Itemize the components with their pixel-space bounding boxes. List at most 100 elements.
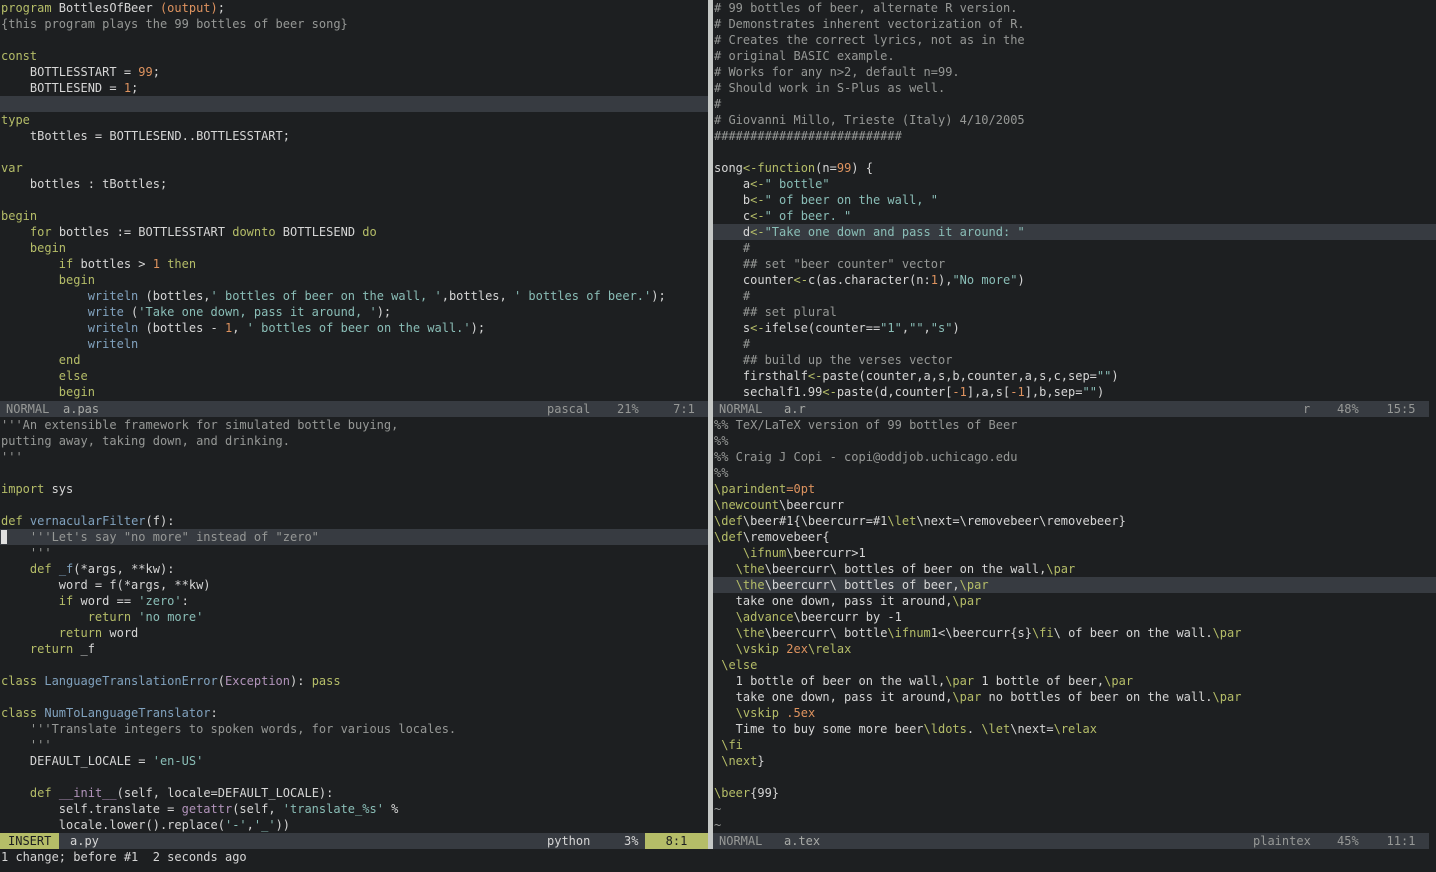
code-line[interactable]: ~ bbox=[713, 801, 1436, 817]
code-line[interactable]: ########################## bbox=[713, 128, 1436, 144]
code-line[interactable]: BOTTLESSTART = 99; bbox=[0, 64, 708, 80]
code-line[interactable] bbox=[0, 192, 708, 208]
code-line[interactable]: \next} bbox=[713, 753, 1436, 769]
code-line[interactable]: else bbox=[0, 368, 708, 384]
code-line[interactable]: class NumToLanguageTranslator: bbox=[0, 705, 708, 721]
code-line[interactable]: import sys bbox=[0, 481, 708, 497]
code-line[interactable]: \fi bbox=[713, 737, 1436, 753]
editor-pane-tex[interactable]: %% TeX/LaTeX version of 99 bottles of Be… bbox=[713, 417, 1436, 849]
code-line[interactable]: locale.lower().replace('-','_')) bbox=[0, 817, 708, 833]
code-line[interactable]: # Creates the correct lyrics, not as in … bbox=[713, 32, 1436, 48]
code-line[interactable] bbox=[0, 32, 708, 48]
code-line[interactable]: '''An extensible framework for simulated… bbox=[0, 417, 708, 433]
code-line[interactable]: const bbox=[0, 48, 708, 64]
code-line-current[interactable]: \the\beercurr\ bottles of beer,\par bbox=[713, 577, 1436, 593]
code-line[interactable]: counter<-c(as.character(n:1),"No more") bbox=[713, 272, 1436, 288]
code-line[interactable]: c<-" of beer. " bbox=[713, 208, 1436, 224]
code-line[interactable]: \beer{99} bbox=[713, 785, 1436, 801]
code-line[interactable]: return _f bbox=[0, 641, 708, 657]
code-line[interactable]: # Demonstrates inherent vectorization of… bbox=[713, 16, 1436, 32]
code-line[interactable]: ''' bbox=[0, 545, 708, 561]
code-line[interactable]: {this program plays the 99 bottles of be… bbox=[0, 16, 708, 32]
code-line[interactable] bbox=[0, 769, 708, 785]
code-line[interactable]: %% bbox=[713, 465, 1436, 481]
code-line[interactable]: ''' bbox=[0, 737, 708, 753]
code-line[interactable]: DEFAULT_LOCALE = 'en-US' bbox=[0, 753, 708, 769]
editor-pane-pascal[interactable]: program BottlesOfBeer (output); {this pro… bbox=[0, 0, 708, 417]
code-line[interactable]: return 'no more' bbox=[0, 609, 708, 625]
code-line[interactable]: ~ bbox=[713, 817, 1436, 833]
code-line[interactable]: bottles : tBottles; bbox=[0, 176, 708, 192]
code-line[interactable]: %% TeX/LaTeX version of 99 bottles of Be… bbox=[713, 417, 1436, 433]
code-line[interactable]: # Giovanni Millo, Trieste (Italy) 4/10/2… bbox=[713, 112, 1436, 128]
code-line[interactable]: # Works for any n>2, default n=99. bbox=[713, 64, 1436, 80]
code-line[interactable]: take one down, pass it around,\par no bo… bbox=[713, 689, 1436, 705]
code-line[interactable]: writeln bbox=[0, 336, 708, 352]
code-line[interactable]: begin bbox=[0, 384, 708, 400]
code-line[interactable]: writeln (bottles,' bottles of beer on th… bbox=[0, 288, 708, 304]
code-line[interactable]: putting away, taking down, and drinking. bbox=[0, 433, 708, 449]
code-line[interactable]: ''' bbox=[0, 449, 708, 465]
editor-pane-r[interactable]: # 99 bottles of beer, alternate R versio… bbox=[713, 0, 1436, 417]
code-line[interactable]: return word bbox=[0, 625, 708, 641]
code-line[interactable]: 1 bottle of beer on the wall,\par 1 bott… bbox=[713, 673, 1436, 689]
code-line[interactable]: writeln (bottles - 1, ' bottles of beer … bbox=[0, 320, 708, 336]
code-line[interactable]: ## set plural bbox=[713, 304, 1436, 320]
code-line[interactable] bbox=[0, 465, 708, 481]
code-line[interactable]: \newcount\beercurr bbox=[713, 497, 1436, 513]
code-line[interactable]: sechalf1.99<-paste(d,counter[-1],a,s[-1]… bbox=[713, 384, 1436, 400]
code-line[interactable]: ## build up the verses vector bbox=[713, 352, 1436, 368]
code-line[interactable]: end bbox=[0, 352, 708, 368]
code-line[interactable]: \ifnum\beercurr>1 bbox=[713, 545, 1436, 561]
code-line-current[interactable]: d<-"Take one down and pass it around: " bbox=[713, 224, 1436, 240]
code-line[interactable]: # Should work in S-Plus as well. bbox=[713, 80, 1436, 96]
code-line[interactable]: var bbox=[0, 160, 708, 176]
code-line[interactable]: # bbox=[713, 336, 1436, 352]
code-line[interactable]: \the\beercurr\ bottle\ifnum1<\beercurr{s… bbox=[713, 625, 1436, 641]
code-line[interactable]: def _f(*args, **kw): bbox=[0, 561, 708, 577]
code-line[interactable]: '''Translate integers to spoken words, f… bbox=[0, 721, 708, 737]
code-line[interactable]: def vernacularFilter(f): bbox=[0, 513, 708, 529]
code-line[interactable]: \vskip 2ex\relax bbox=[713, 641, 1436, 657]
code-line[interactable]: \def\beer#1{\beercurr=#1\let\next=\remov… bbox=[713, 513, 1436, 529]
code-line[interactable] bbox=[713, 769, 1436, 785]
code-line[interactable]: class LanguageTranslationError(Exception… bbox=[0, 673, 708, 689]
code-line-current[interactable]: '''Let's say "no more" instead of "zero" bbox=[0, 529, 708, 545]
code-line[interactable]: BOTTLESEND = 1; bbox=[0, 80, 708, 96]
code-line[interactable]: # bbox=[713, 240, 1436, 256]
code-line[interactable]: self.translate = getattr(self, 'translat… bbox=[0, 801, 708, 817]
code-line[interactable]: \advance\beercurr by -1 bbox=[713, 609, 1436, 625]
code-line[interactable]: if word == 'zero': bbox=[0, 593, 708, 609]
code-line[interactable] bbox=[0, 657, 708, 673]
code-line[interactable]: ## set "beer counter" vector bbox=[713, 256, 1436, 272]
code-line[interactable] bbox=[0, 144, 708, 160]
code-line[interactable]: \else bbox=[713, 657, 1436, 673]
editor-pane-python[interactable]: '''An extensible framework for simulated… bbox=[0, 417, 708, 849]
code-line[interactable]: %% bbox=[713, 433, 1436, 449]
code-line[interactable] bbox=[713, 144, 1436, 160]
code-line[interactable]: begin bbox=[0, 208, 708, 224]
code-line[interactable]: \vskip .5ex bbox=[713, 705, 1436, 721]
code-line[interactable]: type bbox=[0, 112, 708, 128]
code-line[interactable]: \def\removebeer{ bbox=[713, 529, 1436, 545]
code-line[interactable]: b<-" of beer on the wall, " bbox=[713, 192, 1436, 208]
code-line[interactable]: %% Craig J Copi - copi@oddjob.uchicago.e… bbox=[713, 449, 1436, 465]
code-line[interactable]: word = f(*args, **kw) bbox=[0, 577, 708, 593]
code-line-current[interactable] bbox=[0, 96, 708, 112]
code-line[interactable]: begin bbox=[0, 272, 708, 288]
code-line[interactable]: take one down, pass it around,\par bbox=[713, 593, 1436, 609]
code-line[interactable] bbox=[0, 497, 708, 513]
code-line[interactable]: program BottlesOfBeer (output); bbox=[0, 0, 708, 16]
code-line[interactable]: # 99 bottles of beer, alternate R versio… bbox=[713, 0, 1436, 16]
code-line[interactable]: write ('Take one down, pass it around, '… bbox=[0, 304, 708, 320]
code-line[interactable]: s<-ifelse(counter=="1","","s") bbox=[713, 320, 1436, 336]
code-line[interactable]: # original BASIC example. bbox=[713, 48, 1436, 64]
code-line[interactable]: \parindent=0pt bbox=[713, 481, 1436, 497]
code-line[interactable]: # bbox=[713, 288, 1436, 304]
code-line[interactable]: for bottles := BOTTLESSTART downto BOTTL… bbox=[0, 224, 708, 240]
code-line[interactable]: a<-" bottle" bbox=[713, 176, 1436, 192]
code-line[interactable]: def __init__(self, locale=DEFAULT_LOCALE… bbox=[0, 785, 708, 801]
code-line[interactable]: begin bbox=[0, 240, 708, 256]
code-line[interactable]: Time to buy some more beer\ldots. \let\n… bbox=[713, 721, 1436, 737]
code-line[interactable]: tBottles = BOTTLESEND..BOTTLESSTART; bbox=[0, 128, 708, 144]
